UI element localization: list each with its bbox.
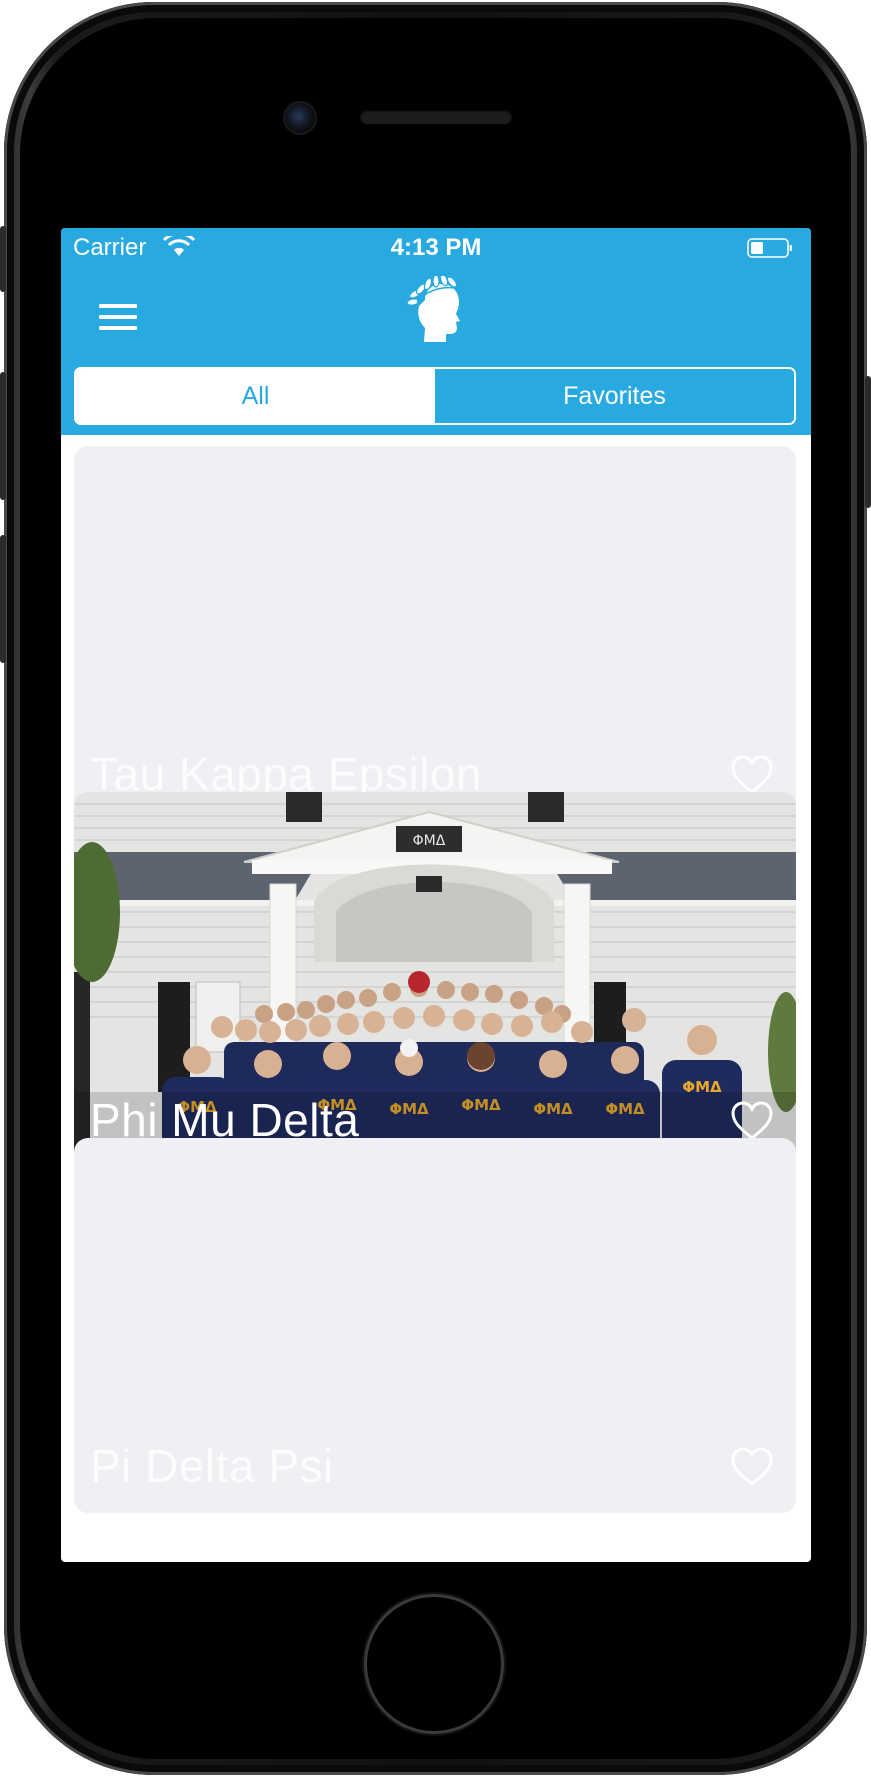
- status-bar: Carrier 4:13 PM: [61, 228, 811, 268]
- volume-up-button: [0, 372, 6, 500]
- list-item[interactable]: Tau Kappa Epsilon: [74, 446, 796, 821]
- volume-down-button: [0, 535, 6, 663]
- organization-list[interactable]: Tau Kappa Epsilon ΦΜΔ ΦΜΔ Phi Mu Delta P…: [61, 435, 811, 1562]
- tab-all[interactable]: All: [76, 369, 435, 423]
- status-time: 4:13 PM: [390, 234, 482, 261]
- home-button[interactable]: [367, 1597, 501, 1731]
- heart-icon[interactable]: [730, 1447, 774, 1487]
- card-title: Pi Delta Psi: [90, 1440, 334, 1492]
- list-item[interactable]: ΦΜΔ ΦΜΔ Phi Mu Delta: [74, 792, 796, 1167]
- laurel-head-icon: [406, 276, 460, 342]
- front-camera: [285, 103, 315, 133]
- mute-switch: [0, 226, 6, 292]
- app-screen: Carrier 4:13 PM All Favorites Tau Kappa …: [61, 228, 811, 1562]
- list-item[interactable]: Pi Delta Psi: [74, 1138, 796, 1513]
- hamburger-menu-icon[interactable]: [93, 294, 143, 340]
- top-bar: Carrier 4:13 PM All Favorites: [61, 228, 811, 435]
- power-button: [865, 376, 871, 508]
- battery-icon: [747, 238, 792, 258]
- heart-icon[interactable]: [730, 1101, 774, 1141]
- segmented-control: All Favorites: [74, 367, 796, 425]
- heart-icon[interactable]: [730, 755, 774, 795]
- earpiece-speaker: [360, 110, 512, 124]
- house-sign: ΦΜΔ: [413, 833, 446, 849]
- tab-favorites[interactable]: Favorites: [435, 369, 794, 423]
